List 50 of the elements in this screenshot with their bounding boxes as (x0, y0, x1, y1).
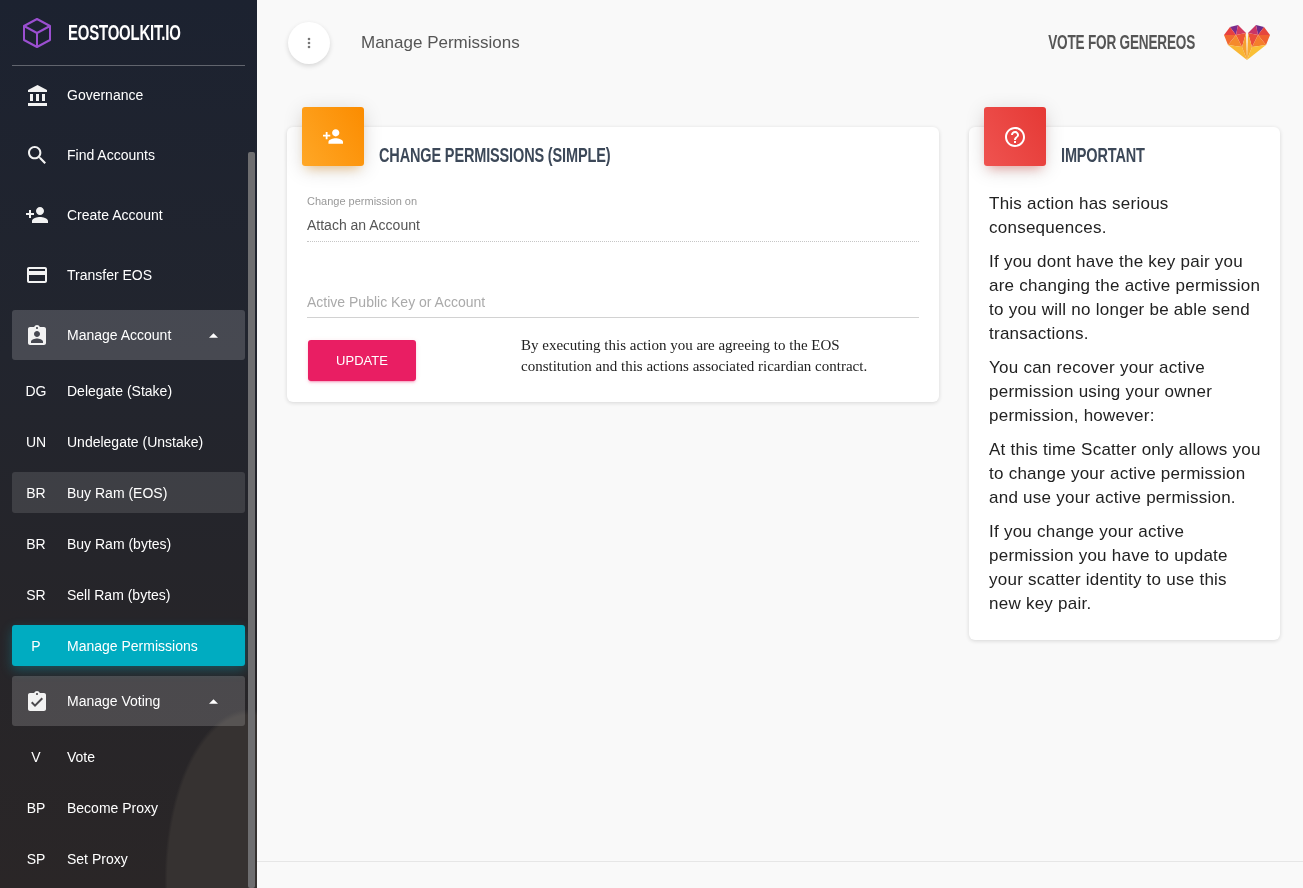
key-input[interactable]: Active Public Key or Account (307, 292, 919, 318)
nav-abbreviation: V (30, 748, 42, 765)
bank-icon (27, 84, 47, 106)
nav-item[interactable]: SP Set Proxy (12, 838, 245, 879)
cube-icon (23, 17, 51, 48)
nav-item[interactable]: DG Delegate (Stake) (12, 370, 245, 411)
nav-item[interactable]: BR Buy Ram (bytes) (12, 523, 245, 564)
nav-item[interactable]: UN Undelegate (Unstake) (12, 421, 245, 462)
info-paragraph: At this time Scatter only allows you to change your active permission and use your active permission. (989, 439, 1262, 509)
info-paragraph: This action has serious consequences. (989, 193, 1170, 239)
page-title: Manage Permissions (361, 32, 520, 53)
more-options-icon (307, 36, 311, 49)
nav-item[interactable]: Governance (12, 70, 245, 120)
card-title: IMPORTANT (1061, 143, 1145, 167)
info-paragraph: If you change your active permission you have to update your scatter identity to use this new key pair. (989, 521, 1229, 615)
info-paragraph: You can recover your active permission using your owner permission, however: (989, 357, 1214, 427)
nav-item[interactable]: SR Sell Ram (bytes) (12, 574, 245, 615)
agreement-text: By executing this action you are agreeing to the EOS constitution and this actions associated ricardian contract. (521, 336, 869, 376)
faceted-heart-icon (1224, 25, 1270, 60)
nav-item[interactable]: Transfer EOS (12, 250, 245, 300)
nav-abbreviation: BR (25, 484, 47, 501)
nav-abbreviation: DG (24, 382, 48, 399)
nav-abbreviation: UN (24, 433, 48, 450)
search-icon (28, 146, 46, 164)
nav-group[interactable]: Manage Voting (12, 676, 245, 726)
info-paragraph: If you dont have the key pair you are changing the active permission to you will no longer be able send transactions. (989, 251, 1262, 345)
caret-up-icon (209, 332, 218, 338)
nav-item[interactable]: V Vote (12, 736, 245, 777)
update-button[interactable]: UPDATE (308, 340, 416, 381)
logo-text: EOSTOOLKIT.IO (68, 19, 181, 46)
nav-item[interactable]: Create Account (12, 190, 245, 240)
nav-abbreviation: SP (25, 850, 47, 867)
menu-button[interactable] (288, 21, 330, 64)
person-add-icon (26, 207, 48, 223)
scrollbar-thumb[interactable] (248, 152, 255, 888)
nav-abbreviation: SR (25, 586, 47, 603)
nav-abbreviation: P (30, 637, 42, 654)
nav-item[interactable]: Find Accounts (12, 130, 245, 180)
card-title: CHANGE PERMISSIONS (SIMPLE) (379, 143, 611, 167)
clipboard-check-icon (28, 691, 46, 711)
vote-link[interactable]: VOTE FOR GENEREOS (1048, 31, 1195, 54)
nav-abbreviation: BP (25, 799, 47, 816)
nav-item[interactable]: BR Buy Ram (EOS) (12, 472, 245, 513)
credit-card-icon (27, 267, 47, 283)
caret-up-icon (209, 698, 218, 704)
nav-item[interactable]: BP Become Proxy (12, 787, 245, 828)
field-label: Change permission on (307, 195, 419, 208)
nav-group[interactable]: Manage Account (12, 310, 245, 360)
nav-abbreviation: BR (25, 535, 47, 552)
clipboard-person-icon (28, 325, 46, 345)
